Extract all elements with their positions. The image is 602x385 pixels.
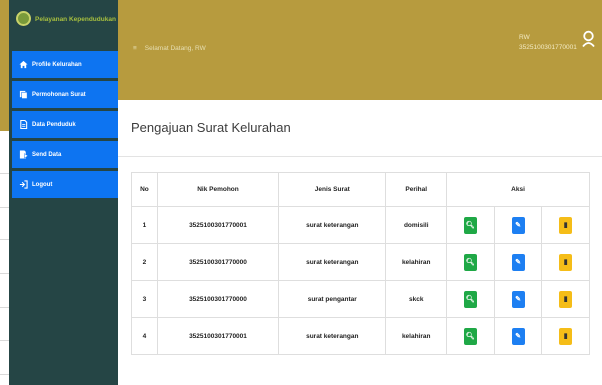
sidebar: Pelayanan Kependudukan Profile Kelurahan… — [9, 0, 118, 385]
cell-nik: 3525100301770001 — [156, 206, 280, 244]
send-file-icon — [19, 150, 29, 159]
sidebar-item-label: Permohonan Surat — [32, 91, 86, 98]
strip-divider — [0, 374, 9, 375]
cell-no: 3 — [131, 280, 158, 318]
sidebar-item-profile-kelurahan[interactable]: Profile Kelurahan — [12, 51, 118, 78]
column-header: Jenis Surat — [278, 172, 387, 207]
documents-icon — [19, 90, 28, 99]
sidebar-item-data-penduduk[interactable]: Data Penduduk — [12, 111, 118, 138]
brand-name: Pelayanan Kependudukan — [35, 16, 116, 23]
sidebar-item-logout[interactable]: Logout — [12, 171, 118, 198]
edit-button[interactable]: ✎ — [511, 216, 525, 234]
cell-edit: ✎ — [493, 206, 543, 244]
background-page-strip — [0, 121, 9, 385]
user-avatar-icon[interactable] — [582, 30, 595, 48]
cell-view: 🔍︎ — [446, 243, 495, 281]
delete-button[interactable]: ▮ — [559, 216, 573, 234]
cell-nik: 3525100301770000 — [156, 243, 280, 281]
file-icon — [19, 119, 28, 130]
home-icon — [19, 60, 28, 69]
welcome-text: Selamat Datang, RW — [144, 45, 206, 52]
sidebar-item-label: Profile Kelurahan — [32, 61, 82, 68]
cell-view: 🔍︎ — [446, 280, 495, 318]
cell-no: 2 — [131, 243, 158, 281]
cell-perihal: kelahiran — [385, 243, 448, 281]
sidebar-item-label: Send Data — [32, 151, 62, 158]
cell-edit: ✎ — [493, 317, 543, 355]
strip-divider — [0, 207, 9, 208]
strip-divider — [0, 173, 9, 174]
cell-jenis-surat: surat pengantar — [278, 280, 387, 318]
cell-delete: ▮ — [541, 243, 590, 281]
logout-icon — [19, 180, 28, 189]
cell-no: 1 — [131, 206, 158, 244]
card-header: Pengajuan Surat Kelurahan — [118, 100, 602, 157]
hamburger-icon[interactable]: ≡ — [133, 45, 137, 52]
brand[interactable]: Pelayanan Kependudukan — [9, 0, 118, 48]
cell-jenis-surat: surat keterangan — [278, 243, 387, 281]
edit-button[interactable]: ✎ — [511, 290, 525, 308]
main-card: Pengajuan Surat Kelurahan No Nik Pemohon… — [118, 100, 602, 385]
table-row: 2 3525100301770000 surat keterangan kela… — [131, 243, 590, 281]
cell-delete: ▮ — [541, 280, 590, 318]
edit-button[interactable]: ✎ — [511, 327, 525, 345]
strip-divider — [0, 307, 9, 308]
delete-button[interactable]: ▮ — [559, 327, 573, 345]
view-button[interactable]: 🔍︎ — [463, 327, 477, 345]
table-row: 1 3525100301770001 surat keterangan domi… — [131, 206, 590, 244]
sidebar-item-send-data[interactable]: Send Data — [12, 141, 118, 168]
strip-divider — [0, 340, 9, 341]
column-header: Nik Pemohon — [156, 172, 280, 207]
view-button[interactable]: 🔍︎ — [463, 290, 477, 308]
page-title: Pengajuan Surat Kelurahan — [131, 120, 291, 135]
table-row: 4 3525100301770001 surat keterangan kela… — [131, 317, 590, 355]
cell-jenis-surat: surat keterangan — [278, 317, 387, 355]
header-greeting: ≡ Selamat Datang, RW — [133, 45, 206, 52]
cell-jenis-surat: surat keterangan — [278, 206, 387, 244]
strip-accent — [0, 121, 9, 131]
sidebar-item-label: Data Penduduk — [32, 121, 76, 128]
submission-table: No Nik Pemohon Jenis Surat Perihal Aksi … — [131, 172, 590, 355]
cell-edit: ✎ — [493, 280, 543, 318]
cell-edit: ✎ — [493, 243, 543, 281]
user-role: RW — [519, 34, 530, 41]
sidebar-item-label: Logout — [32, 181, 53, 188]
sidebar-item-permohonan-surat[interactable]: Permohonan Surat — [12, 81, 118, 108]
cell-perihal: skck — [385, 280, 448, 318]
table-row: 3 3525100301770000 surat pengantar skck … — [131, 280, 590, 318]
edit-button[interactable]: ✎ — [511, 253, 525, 271]
user-id: 3525100301770001 — [519, 44, 577, 51]
column-header: No — [131, 172, 158, 207]
cell-nik: 3525100301770001 — [156, 317, 280, 355]
delete-button[interactable]: ▮ — [559, 253, 573, 271]
cell-delete: ▮ — [541, 206, 590, 244]
cell-view: 🔍︎ — [446, 317, 495, 355]
cell-nik: 3525100301770000 — [156, 280, 280, 318]
table-header-row: No Nik Pemohon Jenis Surat Perihal Aksi — [131, 172, 590, 207]
view-button[interactable]: 🔍︎ — [463, 216, 477, 234]
cell-perihal: kelahiran — [385, 317, 448, 355]
column-header: Aksi — [446, 172, 590, 207]
strip-divider — [0, 239, 9, 240]
brand-logo — [16, 11, 31, 26]
cell-delete: ▮ — [541, 317, 590, 355]
delete-button[interactable]: ▮ — [559, 290, 573, 308]
cell-no: 4 — [131, 317, 158, 355]
view-button[interactable]: 🔍︎ — [463, 253, 477, 271]
strip-divider — [0, 273, 9, 274]
cell-perihal: domisili — [385, 206, 448, 244]
user-info[interactable]: RW 3525100301770001 — [519, 33, 577, 53]
cell-view: 🔍︎ — [446, 206, 495, 244]
column-header: Perihal — [385, 172, 448, 207]
